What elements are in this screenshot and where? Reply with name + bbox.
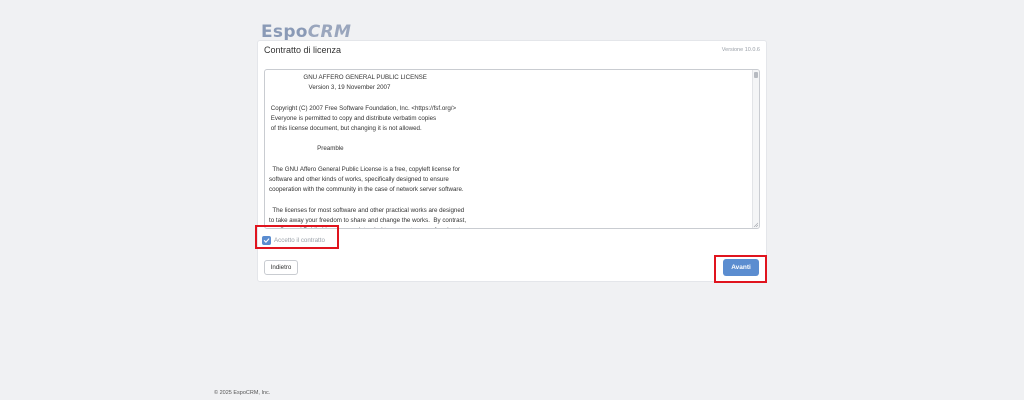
logo-espo: Espo — [261, 22, 308, 42]
next-button[interactable]: Avanti — [723, 259, 759, 276]
resize-grip-icon[interactable] — [753, 222, 759, 228]
back-button[interactable]: Indietro — [264, 260, 298, 275]
accept-checkbox[interactable] — [262, 235, 271, 245]
accept-checkbox-row[interactable]: Accetto il contratto — [262, 233, 325, 247]
footer-copyright: © 2025 EspoCRM, Inc. — [214, 390, 271, 396]
version-label: Versione 10.0.6 — [721, 47, 760, 53]
espocrm-logo: EspoCRM — [261, 22, 351, 42]
license-textarea[interactable]: GNU AFFERO GENERAL PUBLIC LICENSE Versio… — [264, 69, 760, 229]
license-panel: Contratto di licenza Versione 10.0.6 GNU… — [257, 40, 767, 282]
accept-label[interactable]: Accetto il contratto — [274, 237, 325, 244]
scrollbar-thumb[interactable] — [754, 72, 758, 78]
license-text: GNU AFFERO GENERAL PUBLIC LICENSE Versio… — [269, 74, 467, 228]
page-title: Contratto di licenza — [264, 45, 342, 55]
check-icon — [263, 237, 270, 243]
logo-crm: CRM — [307, 22, 352, 42]
license-scrollbar[interactable] — [752, 70, 759, 228]
